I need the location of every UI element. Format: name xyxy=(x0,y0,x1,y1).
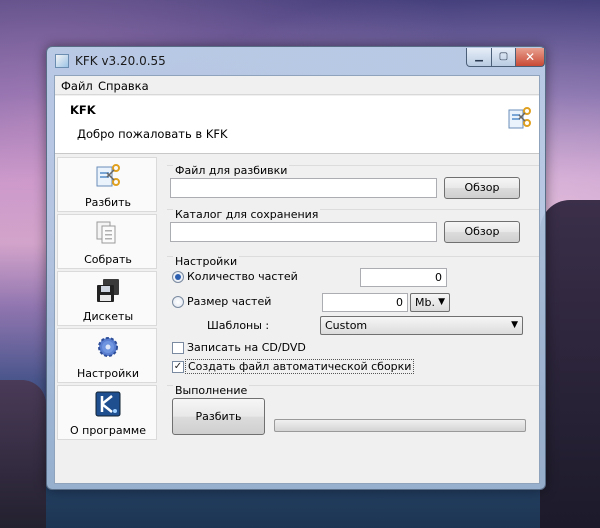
title-bar[interactable]: KFK v3.20.0.55 ▁ ▢ ✕ xyxy=(47,47,545,75)
templates-select[interactable]: Custom ▼ xyxy=(320,316,523,335)
chevron-down-icon: ▼ xyxy=(511,320,518,330)
sidebar-item-label: Разбить xyxy=(84,196,132,209)
split-scissors-icon xyxy=(508,107,531,129)
parts-count-label: Количество частей xyxy=(187,270,298,283)
part-size-unit-select[interactable]: Mb. ▼ xyxy=(410,293,450,312)
templates-label: Шаблоны : xyxy=(207,319,270,332)
menu-file[interactable]: Файл xyxy=(61,79,93,93)
execution-group-label: Выполнение xyxy=(173,384,250,397)
window-title: KFK v3.20.0.55 xyxy=(75,54,166,68)
assemble-documents-icon xyxy=(96,221,116,244)
sidebar-item-split[interactable]: Разбить xyxy=(57,157,157,212)
menu-bar: Файл Справка xyxy=(55,76,539,95)
folder-group: Каталог для сохранения Обзор xyxy=(167,208,539,249)
file-group-label: Файл для разбивки xyxy=(173,164,290,177)
file-input[interactable] xyxy=(170,178,437,198)
templates-value: Custom xyxy=(325,319,368,332)
floppy-disks-icon xyxy=(97,279,119,302)
wallpaper-rocks-right xyxy=(540,200,600,528)
sidebar-item-settings[interactable]: Настройки xyxy=(57,328,157,383)
part-size-unit-value: Mb. xyxy=(415,296,435,309)
kfk-logo-icon xyxy=(95,391,121,417)
burn-cd-checkbox[interactable] xyxy=(172,342,184,354)
auto-assembly-label: Создать файл автоматической сборки xyxy=(185,359,415,374)
kfk-window: KFK v3.20.0.55 ▁ ▢ ✕ Файл Справка KFK До… xyxy=(46,46,546,490)
close-button[interactable]: ✕ xyxy=(515,48,545,67)
part-size-label: Размер частей xyxy=(187,295,272,308)
app-icon xyxy=(55,54,69,68)
sidebar-item-label: О программе xyxy=(70,424,146,437)
execution-group: Выполнение Разбить xyxy=(167,384,539,445)
burn-cd-label: Записать на CD/DVD xyxy=(187,341,306,354)
folder-browse-button[interactable]: Обзор xyxy=(444,221,520,243)
client-area: Файл Справка KFK Добро пожаловать в KFK xyxy=(54,75,540,484)
part-size-input[interactable]: 0 xyxy=(322,293,408,312)
chevron-down-icon: ▼ xyxy=(438,297,445,307)
split-button[interactable]: Разбить xyxy=(172,398,265,435)
header-title: KFK xyxy=(70,103,96,117)
sidebar-item-about[interactable]: О программе xyxy=(57,385,157,440)
settings-group: Настройки Количество частей 0 Размер час… xyxy=(167,255,539,380)
progress-bar xyxy=(274,419,526,432)
gear-icon xyxy=(98,337,118,357)
file-browse-button[interactable]: Обзор xyxy=(444,177,520,199)
maximize-button[interactable]: ▢ xyxy=(491,48,516,67)
file-group: Файл для разбивки Обзор xyxy=(167,164,539,205)
auto-assembly-checkbox[interactable]: ✓ xyxy=(172,361,184,373)
minimize-button[interactable]: ▁ xyxy=(466,48,492,67)
header-subtitle: Добро пожаловать в KFK xyxy=(77,127,228,141)
sidebar-item-label: Дискеты xyxy=(82,310,134,323)
menu-help[interactable]: Справка xyxy=(98,79,149,93)
folder-input[interactable] xyxy=(170,222,437,242)
parts-count-radio[interactable] xyxy=(172,271,184,283)
part-size-radio[interactable] xyxy=(172,296,184,308)
welcome-header: KFK Добро пожаловать в KFK xyxy=(55,96,539,154)
settings-group-label: Настройки xyxy=(173,255,240,268)
wallpaper-rocks-left xyxy=(0,380,46,528)
sidebar-item-floppies[interactable]: Дискеты xyxy=(57,271,157,326)
split-scissors-icon xyxy=(96,164,120,187)
sidebar-item-assemble[interactable]: Собрать xyxy=(57,214,157,269)
sidebar-item-label: Настройки xyxy=(76,367,140,380)
sidebar: Разбить Собрать Дискеты Настройки О прог… xyxy=(57,157,157,482)
folder-group-label: Каталог для сохранения xyxy=(173,208,321,221)
parts-count-input[interactable]: 0 xyxy=(360,268,447,287)
sidebar-item-label: Собрать xyxy=(84,253,132,266)
